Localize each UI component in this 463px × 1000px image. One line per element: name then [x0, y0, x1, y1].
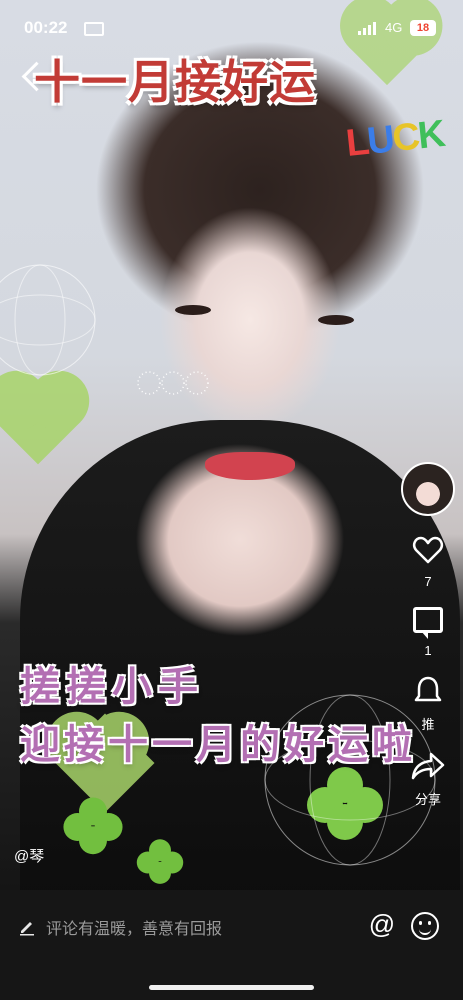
- comment-count: 1: [424, 643, 432, 658]
- video-subject-eye-right: [318, 315, 354, 325]
- comment-input[interactable]: 评论有温暖，善意有回报: [18, 915, 222, 939]
- status-time: 00:22: [24, 18, 68, 37]
- video-caption-line1: 搓搓小手: [20, 664, 204, 710]
- recommend-icon: [414, 676, 442, 702]
- signal-icon: [358, 22, 376, 35]
- comment-placeholder: 评论有温暖，善意有回报: [46, 919, 223, 938]
- sleep-mode-icon: [84, 22, 104, 36]
- battery-level: 18: [410, 20, 436, 36]
- green-heart-sticker: [0, 379, 81, 465]
- video-subject-lips: [205, 452, 295, 480]
- pencil-icon: [20, 922, 34, 936]
- home-indicator[interactable]: [149, 985, 314, 990]
- mesh-globe-decoration: [0, 264, 96, 376]
- heart-icon: [412, 536, 444, 564]
- share-button[interactable]: 分享: [401, 751, 455, 808]
- luck-sticker: LUCK: [344, 113, 446, 165]
- network-type: 4G: [385, 20, 403, 35]
- clover-sticker: [136, 839, 184, 884]
- comment-button[interactable]: 1: [401, 607, 455, 658]
- like-count: 7: [424, 574, 432, 589]
- author-avatar[interactable]: [401, 462, 455, 516]
- clover-sticker: [63, 797, 123, 855]
- author-handle[interactable]: @琴: [14, 845, 44, 866]
- sparkle-rings-decoration: [137, 371, 209, 395]
- like-button[interactable]: 7: [401, 534, 455, 589]
- video-caption-line2: 迎接十一月的好运啦: [20, 722, 416, 768]
- recommend-button[interactable]: 推: [401, 676, 455, 733]
- share-icon: [411, 752, 445, 780]
- comment-icon: [413, 607, 443, 639]
- video-subject-eye-left: [175, 305, 211, 315]
- video-player[interactable]: 十一月接好运 LUCK 搓搓小手 迎接十一月的好运啦: [0, 0, 463, 890]
- share-label: 分享: [414, 792, 441, 807]
- action-sidebar: 7 1 推 分享: [401, 462, 455, 808]
- recommend-label: 推: [421, 717, 435, 732]
- mention-button[interactable]: @: [368, 910, 396, 938]
- status-bar: 00:22 4G 18: [0, 0, 463, 58]
- comment-bar: [0, 890, 463, 1000]
- emoji-icon[interactable]: [411, 912, 439, 940]
